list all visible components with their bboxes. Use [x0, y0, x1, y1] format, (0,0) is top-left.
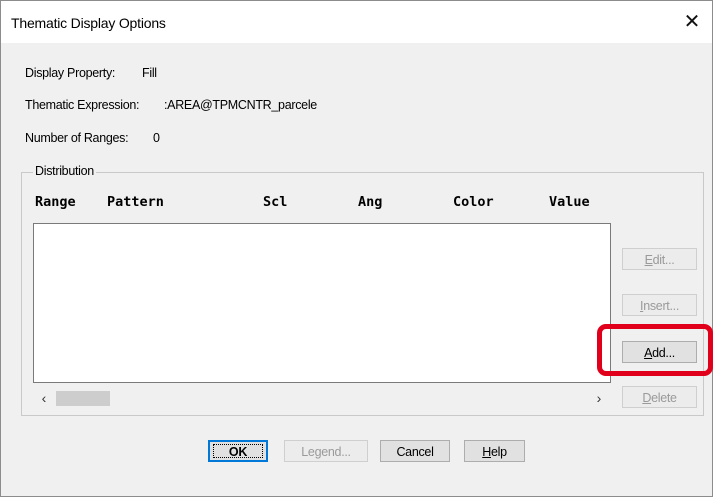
insert-button[interactable]: Insert...: [622, 294, 697, 316]
edit-button-label: dit...: [652, 253, 675, 267]
focus-rectangle: [213, 444, 263, 458]
edit-button-mnemonic: E: [644, 253, 653, 267]
close-icon[interactable]: ✕: [674, 3, 710, 41]
chevron-left-icon[interactable]: ‹: [34, 387, 54, 409]
number-of-ranges-value: 0: [153, 131, 160, 145]
cancel-button-label: Cancel: [396, 445, 434, 459]
edit-button[interactable]: Edit...: [622, 248, 697, 270]
delete-button-mnemonic: D: [642, 391, 652, 405]
add-button-label: dd...: [652, 346, 675, 360]
legend-button-label: Legend...: [301, 445, 351, 459]
help-button-mnemonic: H: [482, 445, 491, 459]
ranges-listbox[interactable]: [33, 223, 611, 383]
display-property-value: Fill: [142, 66, 157, 80]
insert-button-label: nsert...: [643, 299, 679, 313]
thematic-expression-value: :AREA@TPMCNTR_parcele: [164, 98, 317, 112]
horizontal-scrollbar[interactable]: ‹ ›: [34, 387, 609, 409]
chevron-right-icon[interactable]: ›: [589, 387, 609, 409]
distribution-group-label: Distribution: [33, 164, 96, 178]
delete-button-label: elete: [651, 391, 677, 405]
legend-button[interactable]: Legend...: [284, 440, 368, 462]
delete-button[interactable]: Delete: [622, 386, 697, 408]
column-header-range: Range: [35, 194, 76, 210]
scrollbar-thumb[interactable]: [56, 391, 110, 406]
add-button[interactable]: Add...: [622, 341, 697, 363]
number-of-ranges-label: Number of Ranges:: [25, 131, 129, 145]
column-header-scl: Scl: [263, 194, 288, 210]
display-property-label: Display Property:: [25, 66, 116, 80]
column-header-value: Value: [549, 194, 590, 210]
column-header-color: Color: [453, 194, 494, 210]
thematic-expression-label: Thematic Expression:: [25, 98, 140, 112]
column-header-ang: Ang: [358, 194, 383, 210]
help-button[interactable]: Help: [464, 440, 525, 462]
thematic-display-options-dialog: Thematic Display Options ✕ Display Prope…: [0, 0, 713, 497]
column-header-pattern: Pattern: [107, 194, 164, 210]
ok-button[interactable]: OK: [208, 440, 268, 462]
title-bar: Thematic Display Options ✕: [1, 1, 712, 43]
help-button-label: elp: [490, 445, 507, 459]
add-button-mnemonic: A: [644, 346, 653, 360]
dialog-title: Thematic Display Options: [11, 15, 166, 31]
cancel-button[interactable]: Cancel: [380, 440, 450, 462]
